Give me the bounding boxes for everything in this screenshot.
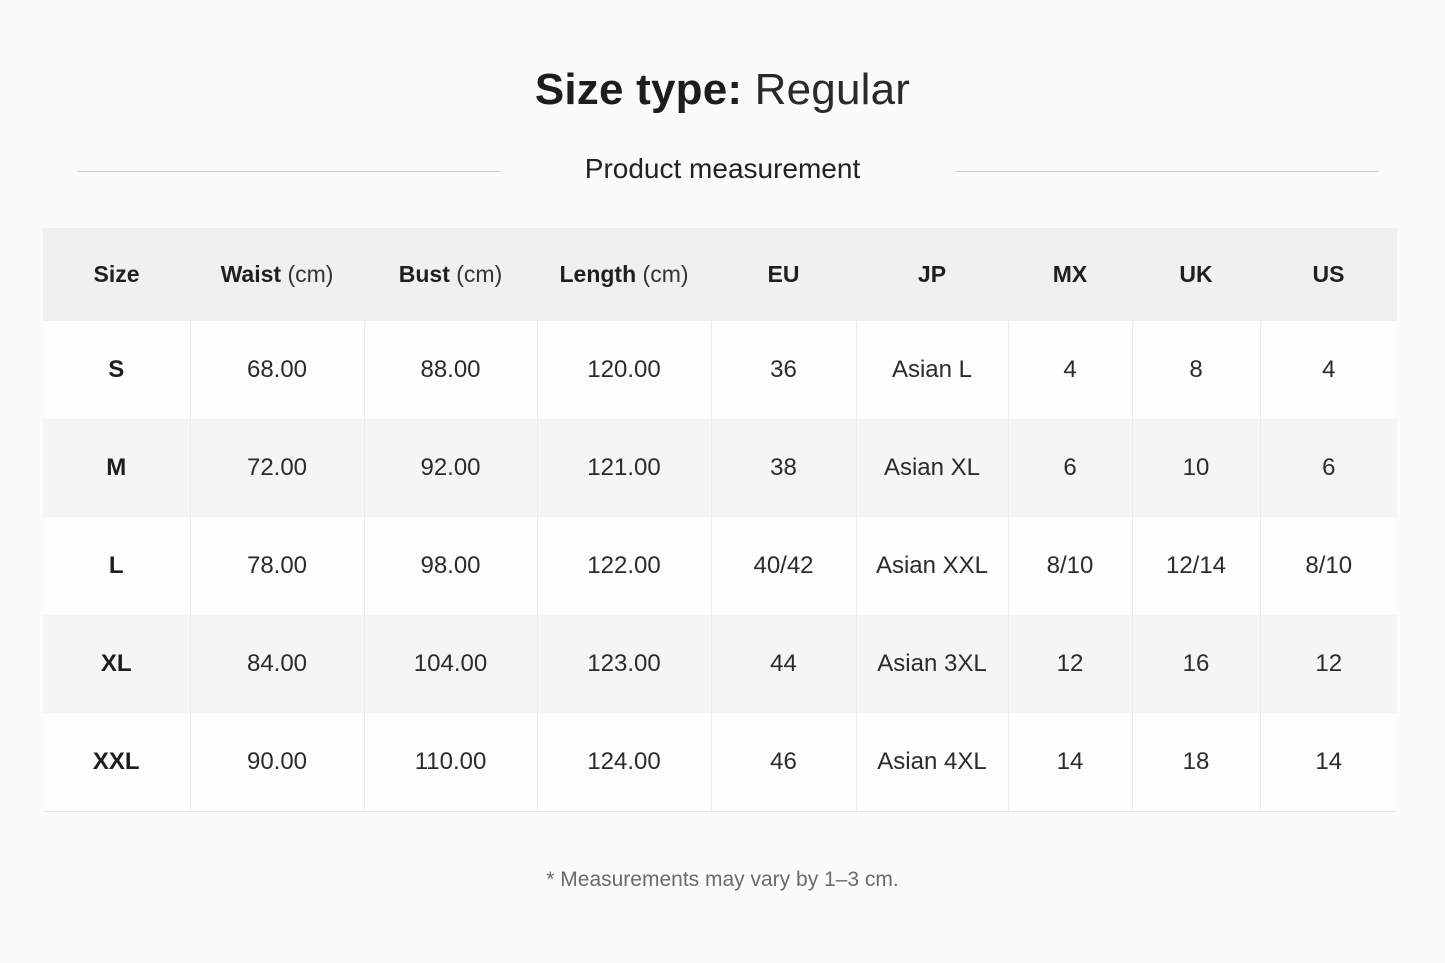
header-waist: Waist (cm) <box>220 261 334 287</box>
cell-mx: 14 <box>1007 713 1132 811</box>
cell-length: 120.00 <box>536 321 711 419</box>
table-row: XL 84.00 104.00 123.00 44 Asian 3XL 12 1… <box>43 615 1397 713</box>
cell-uk: 16 <box>1131 615 1260 713</box>
cell-eu: 44 <box>710 615 856 713</box>
size-chart-table: Size Waist (cm) Bust (cm) Length (cm) EU… <box>43 228 1397 812</box>
header-eu: EU <box>767 261 800 287</box>
cell-size: M <box>106 454 127 481</box>
footnote: * Measurements may vary by 1–3 cm. <box>546 868 899 891</box>
cell-eu: 36 <box>710 321 856 419</box>
cell-bust: 98.00 <box>363 517 537 615</box>
header-jp: JP <box>917 261 947 287</box>
header-length: Length (cm) <box>559 261 689 287</box>
table-row: S 68.00 88.00 120.00 36 Asian L 4 8 4 <box>43 321 1397 419</box>
cell-bust: 104.00 <box>363 615 537 713</box>
cell-us: 8/10 <box>1259 517 1397 615</box>
cell-length: 121.00 <box>536 419 711 517</box>
table-row: XXL 90.00 110.00 124.00 46 Asian 4XL 14 … <box>43 713 1397 811</box>
cell-eu: 40/42 <box>710 517 856 615</box>
cell-length: 122.00 <box>536 517 711 615</box>
cell-mx: 12 <box>1007 615 1132 713</box>
cell-uk: 12/14 <box>1131 517 1260 615</box>
table-header-row: Size Waist (cm) Bust (cm) Length (cm) EU… <box>43 228 1397 321</box>
header-mx: MX <box>1052 261 1088 287</box>
size-type-value: Regular <box>754 65 911 114</box>
header-uk: UK <box>1179 261 1213 287</box>
cell-jp: Asian XXL <box>855 517 1008 615</box>
cell-uk: 8 <box>1131 321 1260 419</box>
page-title: Size type: Regular <box>0 62 1445 118</box>
cell-jp: Asian 4XL <box>855 713 1008 811</box>
header-us: US <box>1312 261 1345 287</box>
cell-bust: 110.00 <box>363 713 537 811</box>
cell-waist: 84.00 <box>189 615 364 713</box>
cell-jp: Asian 3XL <box>855 615 1008 713</box>
cell-mx: 4 <box>1007 321 1132 419</box>
cell-mx: 6 <box>1007 419 1132 517</box>
table-row: L 78.00 98.00 122.00 40/42 Asian XXL 8/1… <box>43 517 1397 615</box>
cell-bust: 92.00 <box>363 419 537 517</box>
cell-mx: 8/10 <box>1007 517 1132 615</box>
header-size: Size <box>93 261 140 287</box>
cell-waist: 78.00 <box>189 517 364 615</box>
section-header: Product measurement <box>0 150 1445 190</box>
cell-waist: 90.00 <box>189 713 364 811</box>
size-type-label: Size type: <box>534 65 743 114</box>
cell-length: 124.00 <box>536 713 711 811</box>
header-bust: Bust (cm) <box>398 261 503 287</box>
cell-waist: 68.00 <box>189 321 364 419</box>
cell-bust: 88.00 <box>363 321 537 419</box>
cell-length: 123.00 <box>536 615 711 713</box>
cell-size: L <box>108 552 124 579</box>
divider-right <box>955 171 1379 172</box>
cell-size: XXL <box>92 747 140 775</box>
cell-size: XL <box>100 650 132 677</box>
table-row: M 72.00 92.00 121.00 38 Asian XL 6 10 6 <box>43 419 1397 517</box>
cell-size: S <box>108 356 125 383</box>
section-title: Product measurement <box>584 153 861 184</box>
cell-jp: Asian L <box>855 321 1008 419</box>
cell-jp: Asian XL <box>855 419 1008 517</box>
cell-waist: 72.00 <box>189 419 364 517</box>
cell-uk: 10 <box>1131 419 1260 517</box>
cell-us: 14 <box>1259 713 1397 811</box>
cell-eu: 46 <box>710 713 856 811</box>
cell-eu: 38 <box>710 419 856 517</box>
cell-us: 12 <box>1259 615 1397 713</box>
cell-us: 6 <box>1259 419 1397 517</box>
cell-uk: 18 <box>1131 713 1260 811</box>
cell-us: 4 <box>1259 321 1397 419</box>
